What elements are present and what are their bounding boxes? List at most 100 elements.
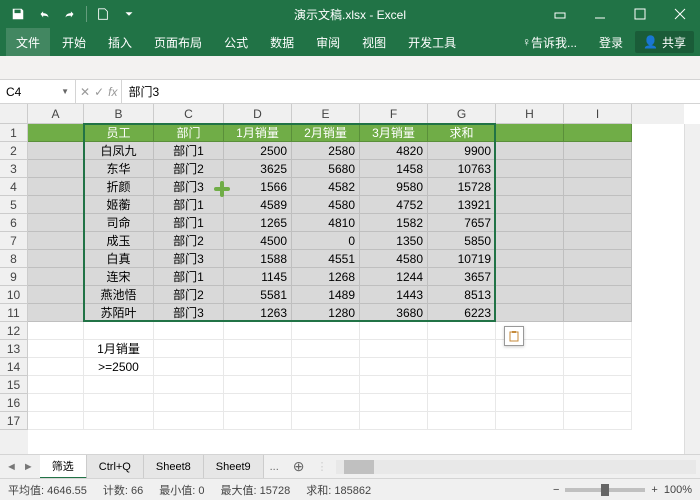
cell[interactable] (496, 142, 564, 160)
cell[interactable] (28, 160, 84, 178)
cell[interactable] (428, 376, 496, 394)
share-button[interactable]: 👤共享 (635, 31, 694, 53)
cell[interactable] (496, 304, 564, 322)
row-header[interactable]: 5 (0, 196, 28, 214)
cell[interactable]: 3680 (360, 304, 428, 322)
cell[interactable] (428, 322, 496, 340)
cell[interactable] (292, 376, 360, 394)
cell[interactable]: 部门3 (154, 250, 224, 268)
cell[interactable]: 白真 (84, 250, 154, 268)
cell[interactable] (154, 322, 224, 340)
cell[interactable] (496, 196, 564, 214)
cell[interactable]: 部门1 (154, 142, 224, 160)
cell[interactable] (154, 358, 224, 376)
cell[interactable]: 折颜 (84, 178, 154, 196)
zoom-slider[interactable] (565, 488, 645, 492)
cell[interactable]: 9900 (428, 142, 496, 160)
cell[interactable] (496, 124, 564, 142)
cell[interactable] (360, 340, 428, 358)
column-header[interactable]: G (428, 104, 496, 124)
cell[interactable]: 1263 (224, 304, 292, 322)
new-icon[interactable] (91, 2, 115, 26)
cell[interactable]: 1350 (360, 232, 428, 250)
tab-review[interactable]: 审阅 (306, 28, 350, 56)
cell[interactable] (154, 394, 224, 412)
minimize-button[interactable] (580, 0, 620, 28)
cell[interactable] (564, 376, 632, 394)
cell[interactable]: 1月销量 (224, 124, 292, 142)
cell[interactable]: 1588 (224, 250, 292, 268)
cell[interactable] (564, 358, 632, 376)
cell[interactable]: 部门1 (154, 214, 224, 232)
row-header[interactable]: 11 (0, 304, 28, 322)
cell[interactable]: 1458 (360, 160, 428, 178)
cell[interactable] (564, 196, 632, 214)
cell[interactable]: 白凤九 (84, 142, 154, 160)
cancel-formula-icon[interactable]: ✕ (80, 85, 90, 99)
cell[interactable]: 13921 (428, 196, 496, 214)
cell[interactable] (28, 394, 84, 412)
column-header[interactable]: H (496, 104, 564, 124)
cell[interactable] (84, 322, 154, 340)
add-sheet-button[interactable]: ⊕ (285, 458, 313, 475)
cell[interactable] (28, 358, 84, 376)
cell[interactable]: 求和 (428, 124, 496, 142)
sheet-nav-prev[interactable]: ◄ (4, 461, 19, 473)
cell[interactable] (28, 142, 84, 160)
cell[interactable]: 5850 (428, 232, 496, 250)
cell[interactable]: 6223 (428, 304, 496, 322)
row-header[interactable]: 7 (0, 232, 28, 250)
cell[interactable] (496, 394, 564, 412)
accept-formula-icon[interactable]: ✓ (94, 85, 104, 99)
column-header[interactable]: I (564, 104, 632, 124)
tab-formula[interactable]: 公式 (214, 28, 258, 56)
chevron-down-icon[interactable]: ▼ (61, 87, 69, 96)
qat-dropdown-icon[interactable] (117, 2, 141, 26)
row-header[interactable]: 14 (0, 358, 28, 376)
column-header[interactable]: D (224, 104, 292, 124)
sheet-tab[interactable]: Ctrl+Q (87, 455, 144, 479)
cell[interactable]: 9580 (360, 178, 428, 196)
cell[interactable] (292, 340, 360, 358)
row-header[interactable]: 3 (0, 160, 28, 178)
cell[interactable] (154, 412, 224, 430)
cell[interactable]: 2月销量 (292, 124, 360, 142)
cell[interactable]: 4551 (292, 250, 360, 268)
row-header[interactable]: 13 (0, 340, 28, 358)
paste-options-button[interactable] (504, 326, 524, 346)
row-header[interactable]: 8 (0, 250, 28, 268)
cell[interactable]: 1244 (360, 268, 428, 286)
cell[interactable] (360, 322, 428, 340)
cell[interactable]: >=2500 (84, 358, 154, 376)
vertical-scrollbar[interactable] (684, 124, 700, 454)
row-header[interactable]: 16 (0, 394, 28, 412)
cell[interactable]: 部门3 (154, 304, 224, 322)
cell[interactable]: 8513 (428, 286, 496, 304)
cell[interactable] (360, 376, 428, 394)
cell[interactable] (564, 232, 632, 250)
login-button[interactable]: 登录 (589, 28, 633, 56)
row-header[interactable]: 17 (0, 412, 28, 430)
row-header[interactable]: 1 (0, 124, 28, 142)
cell[interactable] (360, 412, 428, 430)
tell-me[interactable]: ♀告诉我... (512, 28, 587, 56)
cell[interactable]: 3657 (428, 268, 496, 286)
row-header[interactable]: 12 (0, 322, 28, 340)
cell[interactable]: 3月销量 (360, 124, 428, 142)
horizontal-scrollbar[interactable] (336, 460, 696, 474)
cell[interactable]: 1145 (224, 268, 292, 286)
cell[interactable]: 部门 (154, 124, 224, 142)
cell[interactable] (564, 124, 632, 142)
cell[interactable] (496, 160, 564, 178)
cell[interactable]: 1566 (224, 178, 292, 196)
sheet-tab[interactable]: Sheet8 (144, 455, 204, 479)
cell[interactable]: 部门1 (154, 268, 224, 286)
cell[interactable] (496, 376, 564, 394)
cell[interactable]: 4582 (292, 178, 360, 196)
cell[interactable] (224, 394, 292, 412)
cell[interactable]: 5581 (224, 286, 292, 304)
cell[interactable] (360, 358, 428, 376)
formula-input[interactable]: 部门3 (122, 83, 700, 100)
cell[interactable] (428, 340, 496, 358)
cell[interactable] (28, 232, 84, 250)
